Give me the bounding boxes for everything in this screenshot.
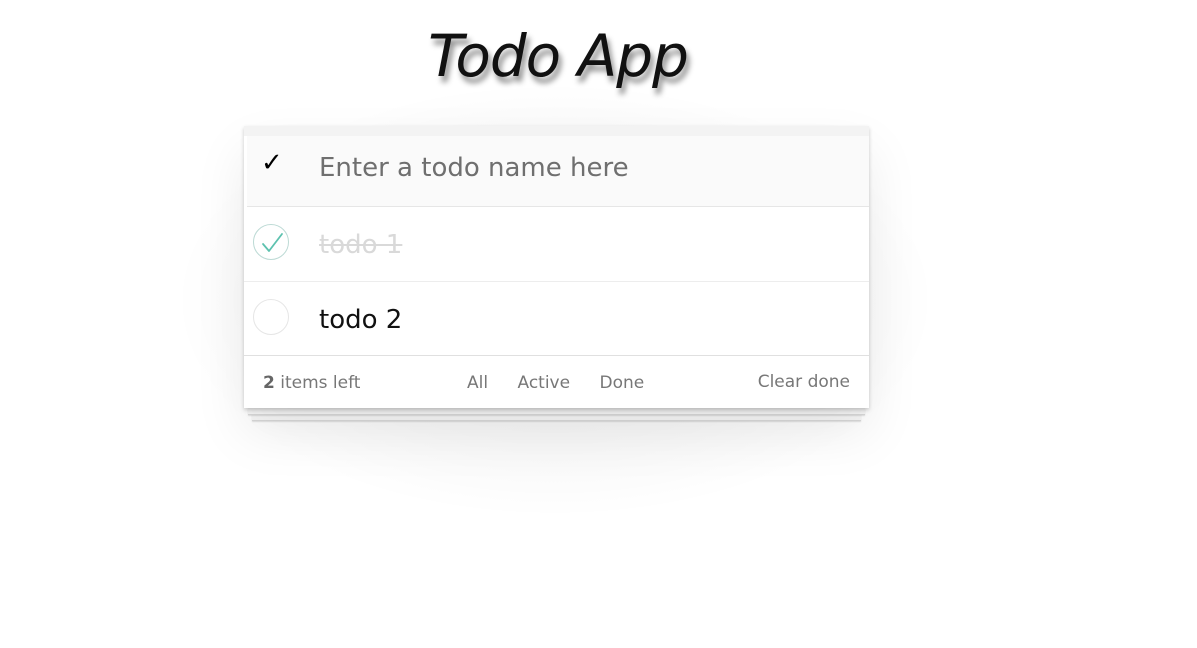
todo-card: ✓ todo 1 todo 2 2 items left All Active … [244,126,869,408]
todo-toggle-unchecked[interactable] [253,299,289,335]
new-todo-input[interactable] [319,148,839,188]
items-left-count: 2 items left [263,373,360,393]
filter-done[interactable]: Done [599,373,644,393]
items-left-suffix: items left [274,373,361,393]
card-stack-layer [252,414,861,421]
card-top-strip [244,126,869,136]
new-todo-row: ✓ [247,136,869,207]
todo-footer: 2 items left All Active Done Clear done [244,356,869,408]
page: Todo App ✓ todo 1 todo 2 2 items left Al… [0,0,1197,648]
filter-group: All Active Done [467,373,668,393]
toggle-all-check-icon[interactable]: ✓ [261,148,283,178]
clear-done-button[interactable]: Clear done [758,372,850,392]
items-left-number: 2 [263,373,275,393]
todo-toggle-checked[interactable] [253,224,289,260]
checkmark-icon [262,233,283,252]
todo-item: todo 2 [244,282,869,356]
filter-all[interactable]: All [467,373,488,393]
filter-active[interactable]: Active [517,373,570,393]
card-stack-layer [248,408,865,415]
todo-item: todo 1 [244,207,869,282]
todo-label[interactable]: todo 1 [319,227,402,263]
todo-label[interactable]: todo 2 [319,302,402,338]
